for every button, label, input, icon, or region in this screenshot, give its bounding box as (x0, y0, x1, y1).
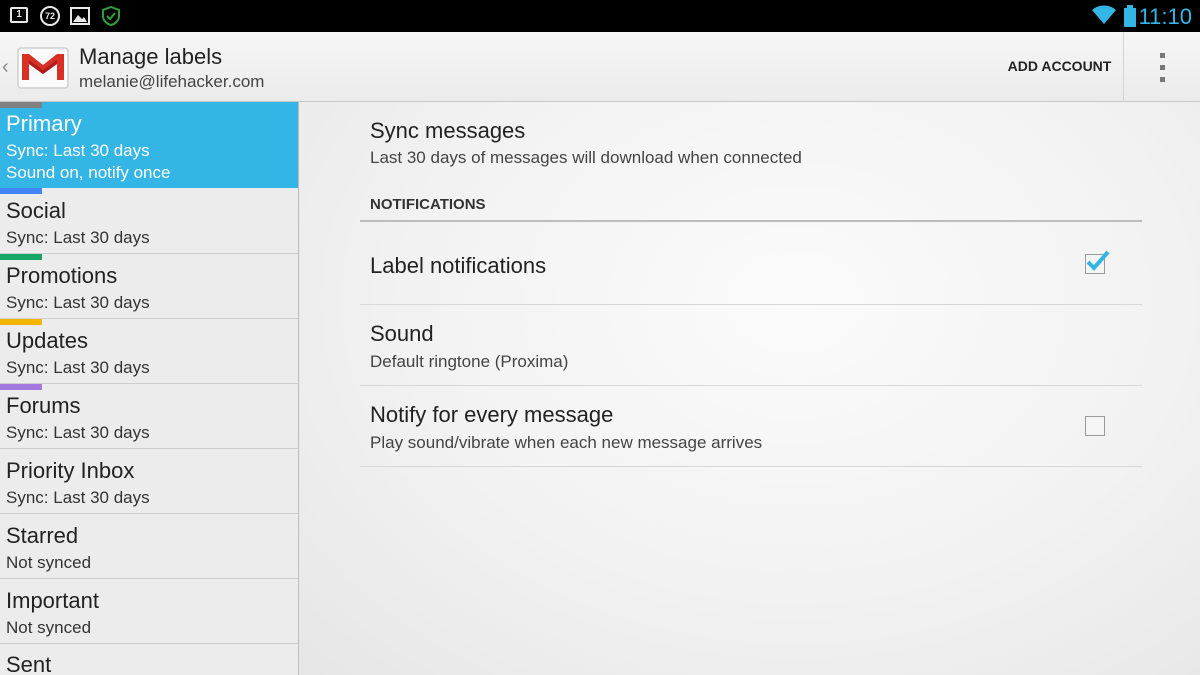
setting-summary: Play sound/vibrate when each new message… (370, 433, 763, 452)
calendar-icon: 1 (10, 7, 28, 23)
action-bar: ‹ Manage labels melanie@lifehacker.com A… (0, 32, 1200, 102)
label-item-social[interactable]: Social Sync: Last 30 days (0, 188, 298, 254)
battery-icon (1124, 5, 1136, 32)
notify-every-message-checkbox[interactable] (1085, 416, 1105, 436)
label-name: Forums (6, 393, 81, 418)
overflow-menu-icon[interactable] (1140, 48, 1184, 88)
label-name: Updates (6, 328, 88, 353)
label-sync: Sync: Last 30 days (6, 228, 150, 247)
label-settings-panel: Sync messages Last 30 days of messages w… (300, 102, 1200, 675)
label-item-forums[interactable]: Forums Sync: Last 30 days (0, 384, 298, 449)
divider (360, 466, 1142, 467)
label-notify-status: Sound on, notify once (6, 163, 171, 182)
label-name: Starred (6, 523, 79, 548)
label-sync: Not synced (6, 618, 92, 637)
back-caret-icon[interactable]: ‹ (2, 56, 9, 79)
label-color-bar (0, 102, 42, 108)
image-icon (70, 7, 90, 30)
label-list: Primary Sync: Last 30 days Sound on, not… (0, 102, 299, 675)
label-color-bar (0, 319, 42, 325)
label-item-sent[interactable]: Sent (0, 644, 298, 675)
setting-title: Label notifications (370, 253, 547, 278)
setting-title: Sync messages (370, 118, 526, 143)
setting-title: Sound (370, 321, 434, 346)
wifi-icon (1092, 5, 1116, 30)
label-name: Primary (6, 111, 82, 136)
divider (360, 304, 1142, 305)
label-name: Promotions (6, 263, 118, 288)
label-color-bar (0, 188, 42, 194)
label-name: Social (6, 198, 66, 223)
label-item-updates[interactable]: Updates Sync: Last 30 days (0, 319, 298, 384)
setting-summary: Default ringtone (Proxima) (370, 352, 569, 371)
temperature-icon: 72 (40, 6, 60, 26)
label-sync: Sync: Last 30 days (6, 423, 150, 442)
label-sync: Not synced (6, 553, 92, 572)
label-sync: Sync: Last 30 days (6, 358, 150, 377)
clock: 11:10 (1138, 4, 1192, 29)
section-header: NOTIFICATIONS (370, 196, 486, 213)
account-email: melanie@lifehacker.com (79, 72, 265, 91)
label-item-priority-inbox[interactable]: Priority Inbox Sync: Last 30 days (0, 449, 298, 514)
setting-title: Notify for every message (370, 402, 614, 427)
label-item-important[interactable]: Important Not synced (0, 579, 298, 644)
gmail-icon[interactable] (16, 40, 70, 99)
label-item-promotions[interactable]: Promotions Sync: Last 30 days (0, 254, 298, 319)
label-item-primary[interactable]: Primary Sync: Last 30 days Sound on, not… (0, 102, 298, 188)
divider (360, 385, 1142, 386)
label-name: Important (6, 588, 99, 613)
label-name: Priority Inbox (6, 458, 135, 483)
label-color-bar (0, 254, 42, 260)
label-notifications-checkbox[interactable] (1085, 250, 1110, 274)
section-divider (360, 220, 1142, 222)
shield-icon (102, 5, 120, 31)
label-sync: Sync: Last 30 days (6, 141, 150, 160)
status-bar: 1 72 11:10 (0, 0, 1200, 32)
add-account-button[interactable]: ADD ACCOUNT (996, 32, 1124, 102)
page-title: Manage labels (79, 44, 223, 69)
setting-summary: Last 30 days of messages will download w… (370, 148, 802, 167)
label-item-starred[interactable]: Starred Not synced (0, 514, 298, 579)
label-sync: Sync: Last 30 days (6, 488, 150, 507)
label-color-bar (0, 384, 42, 390)
label-name: Sent (6, 652, 52, 675)
label-sync: Sync: Last 30 days (6, 293, 150, 312)
checkmark-icon (1086, 250, 1110, 271)
